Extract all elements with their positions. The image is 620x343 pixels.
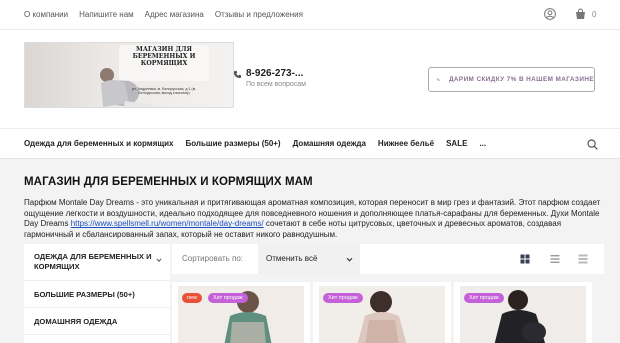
badge-new: new	[182, 293, 203, 303]
discount-button-label: ДАРИМ СКИДКУ 7% В НАШЕМ МАГАЗИНЕ	[448, 76, 594, 83]
user-icon[interactable]	[544, 8, 556, 20]
top-nav-store-address[interactable]: Адрес магазина	[145, 10, 204, 19]
sidebar-item-label: ДОМАШНЯЯ ОДЕЖДА	[34, 317, 118, 326]
category-nav-homewear[interactable]: Домашняя одежда	[293, 139, 366, 148]
top-bar: О компании Напишите нам Адрес магазина О…	[0, 0, 620, 30]
top-nav-about[interactable]: О компании	[24, 10, 68, 19]
badge-bestseller: Хит продаж	[464, 293, 504, 303]
description-link[interactable]: https://www.spellsmell.ru/women/montale/…	[71, 219, 264, 228]
phone-icon	[437, 78, 440, 81]
product-card[interactable]: new Хит продаж	[172, 282, 310, 343]
chevron-down-icon	[346, 257, 353, 262]
category-nav-sale[interactable]: SALE	[446, 139, 467, 148]
phone-number[interactable]: 8-926-273-...	[246, 68, 303, 79]
sidebar-item-plus-size[interactable]: БОЛЬШИЕ РАЗМЕРЫ (50+)	[24, 281, 170, 308]
list-view-icon[interactable]	[550, 254, 560, 264]
phone-icon	[233, 70, 242, 79]
sidebar-item-maternity[interactable]: ОДЕЖДА ДЛЯ БЕРЕМЕННЫХ И КОРМЯЩИХ	[24, 244, 170, 281]
top-nav-write-us[interactable]: Напишите нам	[79, 10, 134, 19]
category-nav-maternity[interactable]: Одежда для беременных и кормящих	[24, 139, 173, 148]
chevron-down-icon	[156, 258, 162, 262]
category-nav-underwear[interactable]: Нижнее бельё	[378, 139, 434, 148]
cart-count: 0	[592, 10, 597, 19]
top-nav: О компании Напишите нам Адрес магазина О…	[24, 10, 303, 19]
sort-label: Сортировать по:	[182, 254, 244, 263]
top-nav-reviews[interactable]: Отзывы и предложения	[215, 10, 303, 19]
sort-select-value: Отменить всё	[266, 254, 318, 263]
page-description: Парфюм Montale Day Dreams - это уникальн…	[24, 198, 604, 241]
phone-caption: По всем вопросам	[246, 81, 306, 88]
store-banner[interactable]: МАГАЗИН ДЛЯ БЕРЕМЕННЫХ И КОРМЯЩИХ ул. Ан…	[24, 42, 234, 108]
sort-select[interactable]: Отменить всё	[258, 244, 360, 274]
sidebar: ОДЕЖДА ДЛЯ БЕРЕМЕННЫХ И КОРМЯЩИХ БОЛЬШИЕ…	[24, 244, 170, 343]
badge-bestseller: Хит продаж	[323, 293, 363, 303]
category-nav-more[interactable]: ...	[479, 139, 486, 148]
sidebar-item-label: БОЛЬШИЕ РАЗМЕРЫ (50+)	[34, 290, 135, 299]
badge-bestseller: Хит продаж	[208, 293, 248, 303]
product-card[interactable]: Хит продаж	[454, 282, 592, 343]
sidebar-item-homewear[interactable]: ДОМАШНЯЯ ОДЕЖДА	[24, 308, 170, 335]
grid-view-icon[interactable]	[520, 254, 530, 264]
cart-icon[interactable]	[574, 8, 587, 20]
category-nav: Одежда для беременных и кормящих Большие…	[0, 128, 620, 159]
product-card[interactable]: Хит продаж	[313, 282, 451, 343]
sidebar-item-label: ОДЕЖДА ДЛЯ БЕРЕМЕННЫХ И КОРМЯЩИХ	[34, 252, 152, 271]
banner-title: МАГАЗИН ДЛЯ БЕРЕМЕННЫХ И КОРМЯЩИХ	[132, 46, 196, 67]
sort-bar: Сортировать по: Отменить всё	[172, 244, 604, 274]
table-view-icon[interactable]	[578, 254, 588, 264]
page-title: МАГАЗИН ДЛЯ БЕРЕМЕННЫХ И КОРМЯЩИХ МАМ	[24, 176, 313, 188]
category-nav-plus-size[interactable]: Большие размеры (50+)	[185, 139, 280, 148]
banner-address: ул. Андреевка, м. Белорусская, д.1 (м. Б…	[131, 87, 197, 96]
search-icon[interactable]	[587, 139, 598, 150]
discount-button[interactable]: ДАРИМ СКИДКУ 7% В НАШЕМ МАГАЗИНЕ	[428, 67, 595, 92]
